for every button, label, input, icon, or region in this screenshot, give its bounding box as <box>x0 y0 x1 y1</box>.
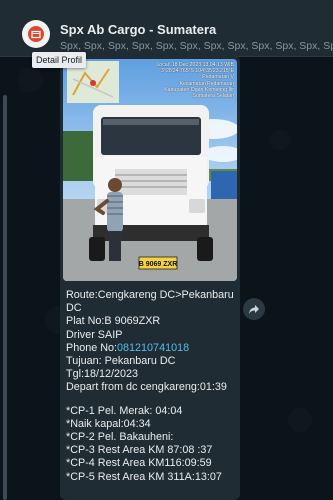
group-avatar[interactable] <box>22 20 50 48</box>
truck-photo[interactable]: B 9069 ZXR Local: 18 Dec 2023 13.04.13 W… <box>63 59 237 281</box>
depart-line: Depart from dc cengkareng:01:39 <box>66 381 227 394</box>
date-line: Tgl:18/12/2023 <box>66 368 139 381</box>
checkpoint-line: *CP-4 Rest Area KM116:09:59 <box>66 457 212 470</box>
checkpoint-line: *Naik kapal:04:34 <box>66 417 151 430</box>
driver-line: Driver SAIP <box>66 328 123 341</box>
forward-icon <box>249 305 259 314</box>
chat-title[interactable]: Spx Ab Cargo - Sumatera <box>60 22 216 37</box>
checkpoint-line: *CP-5 Rest Area KM 311A:13:07 <box>66 470 222 483</box>
route-line-cont: DC <box>66 302 82 315</box>
phone-line: Phone No:081210741018 <box>66 342 238 355</box>
overlay-line: Sumatera Selatan <box>192 93 234 100</box>
checkpoint-line: *CP-2 Pel. Bakauheni: <box>66 431 174 444</box>
checkpoint-line: *CP-3 Rest Area KM 87:08 :37 <box>66 444 213 457</box>
destination-line: Tujuan: Pekanbaru DC <box>66 355 176 368</box>
phone-link[interactable]: 081210741018 <box>117 342 189 354</box>
checkpoint-line: *CP-1 Pel. Merak: 04:04 <box>66 404 183 417</box>
photo-location-overlay: Local: 18 Dec 2023 13.04.13 WIB 3°28'24.… <box>138 62 234 99</box>
scrollbar[interactable] <box>3 95 7 500</box>
cargo-box-icon <box>28 26 44 42</box>
phone-label: Phone No: <box>66 341 118 354</box>
plate-line: Plat No:B 9069ZXR <box>66 315 161 328</box>
message-bubble[interactable]: B 9069 ZXR Local: 18 Dec 2023 13.04.13 W… <box>60 56 240 500</box>
forward-button[interactable] <box>243 298 265 320</box>
chat-participants[interactable]: Spx, Spx, Spx, Spx, Spx, Spx, Spx, Spx, … <box>60 40 333 52</box>
profile-tooltip: Detail Profil <box>32 52 87 68</box>
chat-header[interactable]: Spx Ab Cargo - Sumatera Spx, Spx, Spx, S… <box>0 0 333 57</box>
license-plate: B 9069 ZXR <box>139 261 178 268</box>
message-text: Route:Cengkareng DC>Pekanbaru DC Plat No… <box>66 289 238 484</box>
route-line: Route:Cengkareng DC>Pekanbaru <box>66 289 234 301</box>
